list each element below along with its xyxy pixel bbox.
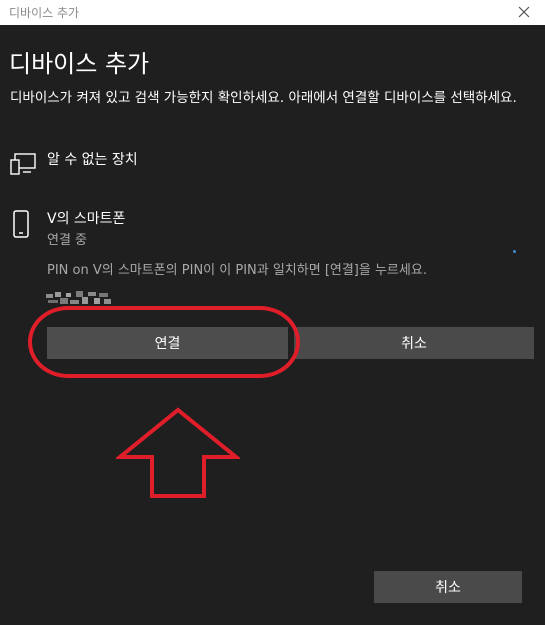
dialog-heading: 디바이스 추가: [9, 50, 150, 78]
progress-spinner-icon: [513, 250, 516, 253]
title-bar: 디바이스 추가: [0, 0, 545, 25]
annotation-arrow-icon: [116, 407, 240, 498]
device-phone-status: 연결 중: [47, 233, 88, 248]
connect-button[interactable]: 연결: [47, 327, 288, 359]
dialog-description: 디바이스가 켜져 있고 검색 가능한지 확인하세요. 아래에서 연결할 디바이스…: [10, 90, 517, 106]
add-device-window: 디바이스 추가 디바이스 추가 디바이스가 켜져 있고 검색 가능한지 확인하세…: [0, 0, 545, 625]
cancel-button[interactable]: 취소: [374, 571, 522, 603]
pin-code-redacted: [46, 291, 111, 304]
cancel-pairing-button[interactable]: 취소: [294, 327, 534, 359]
close-icon[interactable]: [515, 3, 533, 21]
phone-icon: [13, 210, 29, 238]
display-device-icon: [10, 153, 36, 175]
device-unknown-label[interactable]: 알 수 없는 장치: [47, 149, 138, 169]
pin-message: PIN on V의 스마트폰의 PIN이 이 PIN과 일치하면 [연결]을 누…: [47, 263, 427, 278]
device-phone-label[interactable]: V의 스마트폰: [47, 208, 125, 228]
window-title: 디바이스 추가: [9, 6, 80, 20]
